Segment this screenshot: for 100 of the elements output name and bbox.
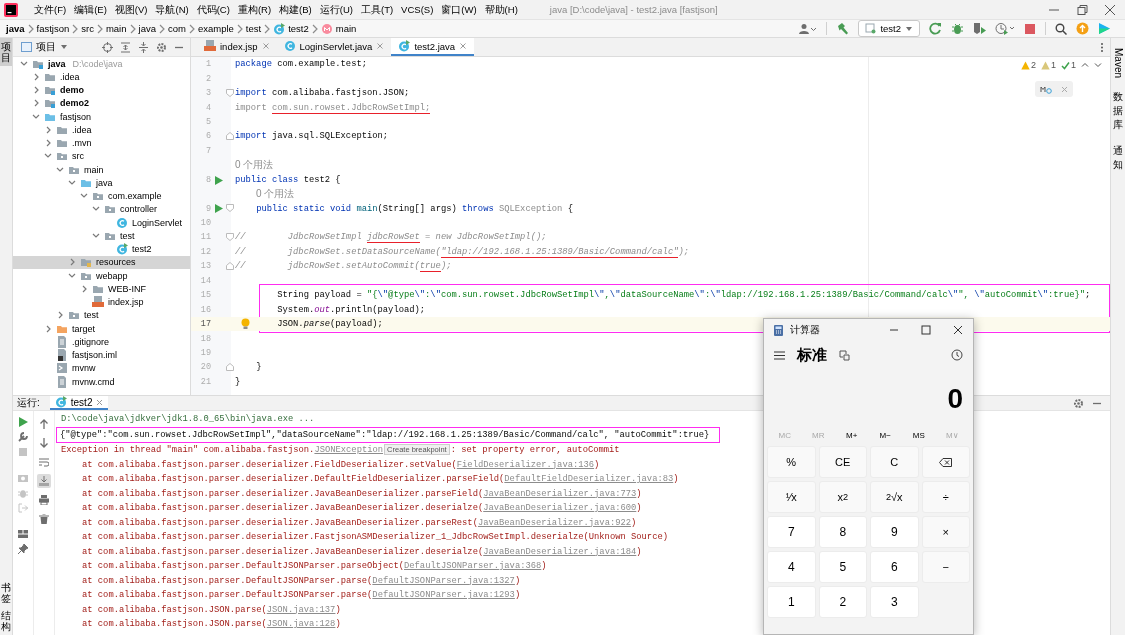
breadcrumb[interactable]: test [243,23,264,34]
toolbar-button[interactable] [37,455,51,469]
pin-icon[interactable] [18,544,28,554]
toolbar-button[interactable] [37,436,51,450]
close-icon[interactable] [953,325,963,335]
expand-all-icon[interactable] [120,41,131,53]
settings-icon[interactable] [1073,397,1084,409]
tool-window-tab[interactable]: Maven [1112,48,1124,78]
tree-item[interactable]: java [13,176,190,190]
menu-item[interactable]: 代码(C) [192,1,234,18]
inspection-count[interactable]: 1 [1040,60,1056,70]
maven-reload-popup[interactable] [1035,81,1073,97]
memory-button[interactable]: M− [868,431,902,440]
layout-icon[interactable] [18,529,28,539]
memory-button[interactable]: MS [902,431,936,440]
tree-item[interactable]: com.example [13,189,190,203]
profiler-icon[interactable] [995,22,1015,35]
menu-item[interactable]: 导航(N) [151,1,193,18]
run-icon[interactable] [214,175,223,185]
breadcrumb[interactable]: java [4,23,27,34]
run-icon[interactable] [214,204,223,214]
collapse-all-icon[interactable] [138,41,149,53]
close-icon[interactable] [1103,2,1117,17]
source-link[interactable]: JavaBeanDeserializer.java:184 [483,546,637,557]
menu-item[interactable]: 运行(U) [315,1,357,18]
stop-icon[interactable] [1024,22,1036,35]
tree-item[interactable]: fastjson.iml [13,348,190,362]
hammer-icon[interactable] [836,22,850,35]
breadcrumb[interactable]: test2 [271,22,311,35]
menu-item[interactable]: 构建(B) [275,1,316,18]
calculator-key[interactable]: 6 [870,551,919,583]
source-link[interactable]: JavaBeanDeserializer.java:773 [483,488,637,499]
calculator-key[interactable]: 8 [818,516,867,548]
tree-item[interactable]: java D:\code\java [13,57,190,71]
calculator-key[interactable]: ¹⁄x [767,481,816,513]
plugin-logo-icon[interactable] [1098,22,1111,35]
tree-item[interactable]: test2 [13,242,190,256]
calculator-key[interactable]: 9 [870,516,919,548]
coverage-icon[interactable] [973,22,986,35]
tree-item[interactable]: test [13,308,190,322]
tree-item[interactable]: src [13,149,190,163]
menu-item[interactable]: 编辑(E) [70,1,111,18]
inspection-count[interactable]: 1 [1061,60,1076,70]
editor-tab[interactable]: test2.java [391,38,475,56]
editor-tab[interactable]: LoginServlet.java [276,38,392,56]
calculator-key[interactable]: C [870,446,919,478]
tree-item[interactable]: .gitignore [13,335,190,349]
menu-item[interactable]: 重构(R) [233,1,276,18]
breadcrumb[interactable]: main [318,22,359,35]
menu-item[interactable]: VCS(S) [397,1,438,18]
backspace-key[interactable] [921,446,970,478]
tree-item[interactable]: resources [13,255,190,269]
tree-item[interactable]: fastjson [13,110,190,124]
calculator-key[interactable]: 4 [767,551,816,583]
calculator-key[interactable]: CE [818,446,867,478]
source-link[interactable]: JavaBeanDeserializer.java:600 [483,503,637,513]
maximize-icon[interactable] [921,325,931,335]
maven-reload-icon[interactable] [1040,84,1052,94]
tool-window-tab[interactable]: 通知 [1113,144,1123,172]
run-config-dropdown[interactable]: test2 [858,20,920,37]
chevron-down-icon[interactable] [1094,61,1102,69]
source-link[interactable]: JSON.java:137 [266,604,336,615]
editor-tab[interactable]: index.jsp [197,38,277,56]
tree-item[interactable]: target [13,322,190,336]
tree-item[interactable]: main [13,163,190,177]
keep-on-top-icon[interactable] [839,349,850,361]
menu-item[interactable]: 视图(V) [110,1,152,18]
debug-icon[interactable] [951,22,964,35]
calculator-key[interactable]: ÷ [921,481,970,513]
toolbar-button[interactable] [37,512,51,526]
tree-item[interactable]: WEB-INF [13,282,190,296]
run-tab[interactable]: test2 [49,396,109,410]
run-icon[interactable] [18,417,28,427]
settings-icon[interactable] [156,41,167,53]
tree-item[interactable]: .idea [13,123,190,137]
tree-item[interactable]: .idea [13,70,190,84]
tree-item[interactable]: test [13,229,190,243]
source-link[interactable]: DefaultJSONParser.java:1293 [372,590,515,600]
breadcrumb[interactable]: fastjson [34,23,72,34]
breadcrumb[interactable]: example [195,23,236,34]
restore-icon[interactable] [1075,2,1089,17]
more-icon[interactable] [1100,41,1104,53]
toolbar-button[interactable] [37,493,51,507]
memory-button[interactable]: M+ [835,431,869,440]
menu-item[interactable]: 工具(T) [356,1,398,18]
chevron-up-icon[interactable] [1081,61,1089,69]
breadcrumb[interactable]: main [103,23,129,34]
calculator-key[interactable]: 7 [767,516,816,548]
menu-icon[interactable] [774,350,785,360]
calculator-key[interactable]: 3 [870,586,919,618]
source-link[interactable]: JavaBeanDeserializer.java:922 [477,517,632,528]
tree-item[interactable]: mvnw.cmd [13,375,190,389]
tree-item[interactable]: controller [13,202,190,216]
calculator-key[interactable]: − [921,551,970,583]
source-link[interactable]: DefaultFieldDeserializer.java:83 [504,474,674,484]
source-link[interactable]: DefaultJSONParser.java:1327 [372,575,515,586]
breadcrumb[interactable]: com [165,23,188,34]
menu-item[interactable]: 帮助(H) [480,1,522,18]
source-link[interactable]: FieldDeserializer.java:136 [456,459,595,470]
source-link[interactable]: DefaultJSONParser.java:368 [404,561,542,571]
